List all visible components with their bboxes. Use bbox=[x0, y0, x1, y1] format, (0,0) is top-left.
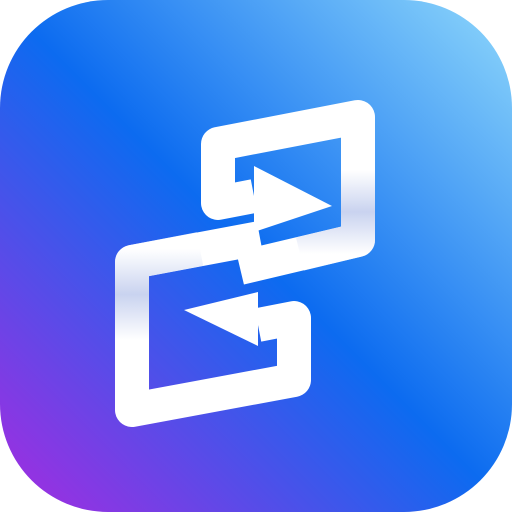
transfer-icon bbox=[0, 0, 512, 512]
app-icon[interactable] bbox=[0, 0, 512, 512]
app-icon-canvas bbox=[0, 0, 512, 512]
